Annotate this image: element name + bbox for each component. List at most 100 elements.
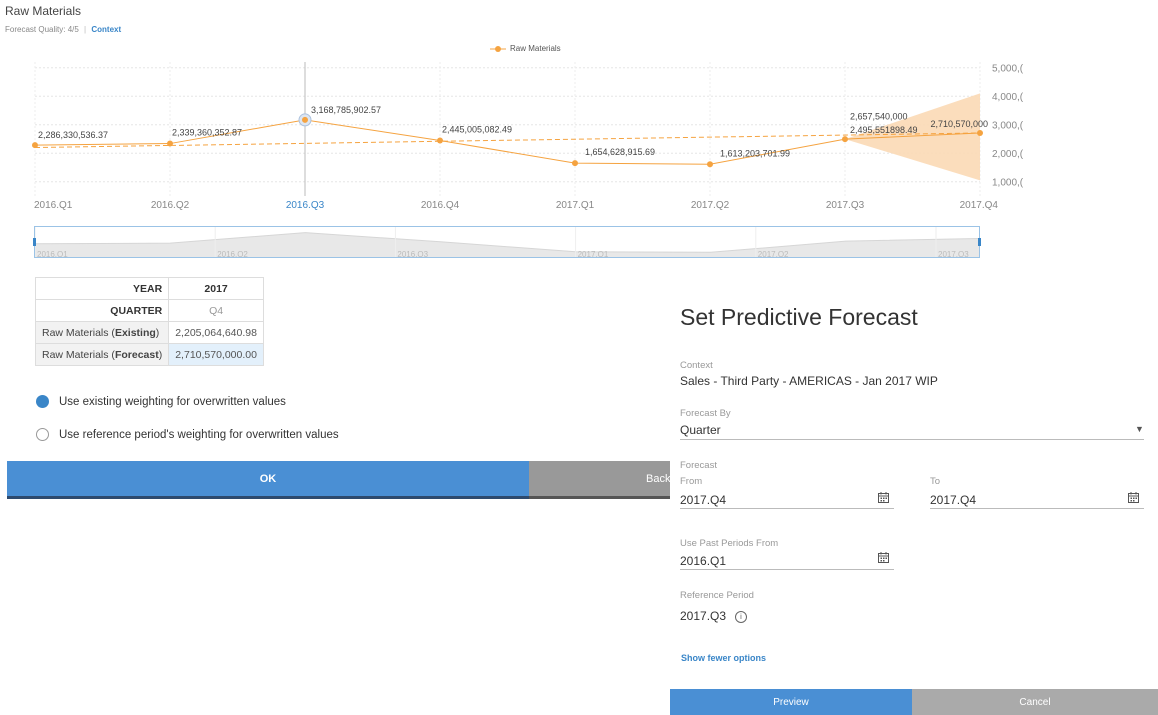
back-label: Back xyxy=(646,472,670,485)
x-tick-label: 2017.Q4 xyxy=(960,200,999,210)
calendar-icon[interactable] xyxy=(1128,492,1139,503)
row-label-bold: Forecast xyxy=(114,348,159,361)
navigator-series xyxy=(35,232,979,257)
x-tick-label: 2016.Q3 xyxy=(286,200,325,210)
quality-text: Forecast Quality: 4/5 xyxy=(5,25,79,34)
preview-button[interactable]: Preview xyxy=(670,689,912,715)
navigator-label: 2016.Q1 xyxy=(37,250,68,258)
to-label: To xyxy=(930,476,941,487)
row-label-prefix: Raw Materials ( xyxy=(42,326,115,339)
data-point xyxy=(167,140,173,147)
row-label-suffix: ) xyxy=(155,326,160,339)
radio-selected[interactable] xyxy=(36,395,49,408)
reference-period-label: Reference Period xyxy=(680,590,754,601)
navigator-label: 2017.Q2 xyxy=(758,250,789,258)
data-point xyxy=(32,142,38,149)
back-button[interactable]: Back xyxy=(529,461,670,499)
x-tick-label: 2017.Q1 xyxy=(556,200,595,210)
option-existing-weighting[interactable]: Use existing weighting for overwritten v… xyxy=(36,395,286,408)
chart-title: Raw Materials xyxy=(5,4,82,18)
table-row: YEAR 2017 xyxy=(34,277,264,300)
data-label: 2,339,360,352.87 xyxy=(172,128,242,138)
forecast-row-label: Raw Materials (Forecast) xyxy=(34,343,170,366)
x-tick-label: 2016.Q2 xyxy=(151,200,190,210)
data-label: 2,495,551898.49 xyxy=(850,125,918,135)
values-table: YEAR 2017 QUARTER Q4 Raw Materials (Exis… xyxy=(34,277,264,366)
calendar-icon[interactable] xyxy=(878,492,889,503)
y-tick-label: 2,000,( xyxy=(992,149,1024,160)
forecast-label: 2,657,540,000 xyxy=(850,111,908,121)
chevron-down-icon[interactable]: ▼ xyxy=(1135,424,1144,434)
data-point xyxy=(572,160,578,167)
x-tick-label: 2016.Q4 xyxy=(421,200,460,210)
panel-title: Set Predictive Forecast xyxy=(680,304,918,330)
navigator-label: 2017.Q3 xyxy=(938,250,969,258)
data-label: 2,286,330,536.37 xyxy=(38,130,108,140)
forecast-by-label: Forecast By xyxy=(680,408,731,419)
past-periods-label: Use Past Periods From xyxy=(680,538,779,549)
navigator-right-handle[interactable] xyxy=(978,238,981,246)
x-tick-label: 2016.Q1 xyxy=(34,200,73,210)
option-reference-weighting[interactable]: Use reference period's weighting for ove… xyxy=(36,428,339,441)
context-label: Context xyxy=(680,360,713,371)
x-tick-label: 2017.Q2 xyxy=(691,200,730,210)
navigator-label: 2016.Q3 xyxy=(397,250,428,258)
year-header: YEAR xyxy=(34,277,170,300)
reference-period-value: 2017.Q3 xyxy=(680,609,727,623)
show-fewer-options-link[interactable]: Show fewer options xyxy=(681,653,766,663)
row-label-bold: Existing xyxy=(114,326,156,339)
data-point xyxy=(842,136,848,143)
range-navigator[interactable]: 2016.Q1 2016.Q2 2016.Q3 2017.Q1 2017.Q2 2017.… xyxy=(34,226,980,258)
past-periods-input[interactable]: 2016.Q1 xyxy=(680,554,726,568)
context-link[interactable]: Context xyxy=(91,25,121,34)
data-label: 1,613,203,701.99 xyxy=(720,148,790,158)
ok-button[interactable]: OK xyxy=(7,461,529,499)
table-row: Raw Materials (Forecast) 2,710,570,000.0… xyxy=(34,343,264,366)
option-label: Use existing weighting for overwritten v… xyxy=(59,395,286,408)
row-label-prefix: Raw Materials ( xyxy=(42,348,115,361)
table-row: Raw Materials (Existing) 2,205,064,640.9… xyxy=(34,321,264,344)
existing-value: 2,205,064,640.98 xyxy=(168,321,264,344)
forecast-line-chart[interactable]: 1,000,( 2,000,( 3,000,( 4,000,( 5,000,( 2,286… xyxy=(0,50,1158,210)
quarter-header: QUARTER xyxy=(34,299,170,322)
calendar-icon[interactable] xyxy=(878,552,889,563)
data-label: 3,168,785,902.57 xyxy=(311,105,381,115)
info-icon[interactable]: i xyxy=(735,611,747,623)
navigator-label: 2016.Q2 xyxy=(217,250,248,258)
separator: | xyxy=(84,25,87,34)
forecast-quality: Forecast Quality: 4/5 | Context xyxy=(5,25,121,34)
from-underline xyxy=(680,508,894,509)
table-row: QUARTER Q4 xyxy=(34,299,264,322)
option-label: Use reference period's weighting for ove… xyxy=(59,428,339,441)
forecast-by-select[interactable]: Quarter xyxy=(680,423,721,437)
to-input[interactable]: 2017.Q4 xyxy=(930,493,976,507)
navigator-area: 2016.Q1 2016.Q2 2016.Q3 2017.Q1 2017.Q2 2017.… xyxy=(35,227,979,258)
quarter-value: Q4 xyxy=(168,299,264,322)
cancel-button[interactable]: Cancel xyxy=(912,689,1158,715)
predictive-forecast-panel: Set Predictive Forecast Context Sales - … xyxy=(670,290,1158,715)
existing-row-label: Raw Materials (Existing) xyxy=(34,321,170,344)
data-point xyxy=(437,137,443,144)
context-value: Sales - Third Party - AMERICAS - Jan 201… xyxy=(680,374,938,388)
x-tick-label: 2017.Q3 xyxy=(826,200,865,210)
navigator-label: 2017.Q1 xyxy=(578,250,609,258)
y-tick-label: 5,000,( xyxy=(992,64,1024,75)
past-periods-underline xyxy=(680,569,894,570)
data-label: 2,445,005,082.49 xyxy=(442,125,512,135)
from-input[interactable]: 2017.Q4 xyxy=(680,493,726,507)
y-tick-label: 3,000,( xyxy=(992,121,1024,132)
data-point xyxy=(977,129,983,136)
from-label: From xyxy=(680,476,703,487)
data-label: 2,710,570,000 xyxy=(930,119,988,129)
select-underline xyxy=(680,439,1144,440)
data-point xyxy=(302,116,308,123)
y-tick-label: 4,000,( xyxy=(992,92,1024,103)
forecast-label: Forecast xyxy=(680,460,717,471)
navigator-left-handle[interactable] xyxy=(33,238,36,246)
y-tick-label: 1,000,( xyxy=(992,178,1024,189)
data-label: 1,654,628,915.69 xyxy=(585,147,655,157)
radio-unselected[interactable] xyxy=(36,428,49,441)
data-point xyxy=(707,161,713,168)
forecast-value-cell[interactable]: 2,710,570,000.00 xyxy=(168,343,264,366)
confidence-band xyxy=(845,93,980,181)
